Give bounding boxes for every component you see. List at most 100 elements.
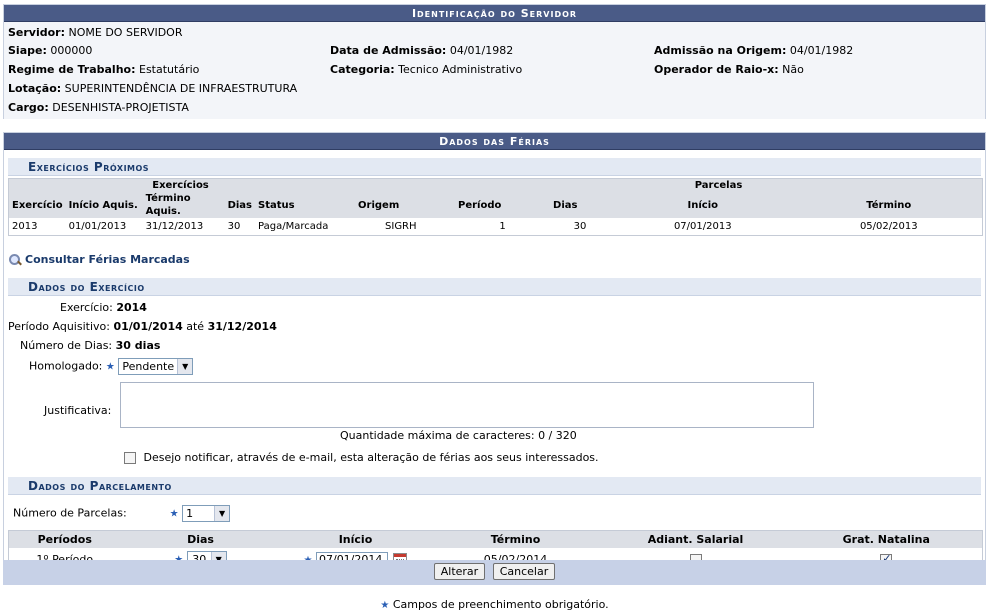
num-parcelas-select[interactable]: 1 ▼ [182, 505, 231, 522]
col-parcela-termino: Término [795, 192, 983, 218]
cancelar-button[interactable]: Cancelar [492, 563, 556, 580]
operador-line: Operador de Raio-x: Não [654, 63, 804, 76]
admissao-value: 04/01/1982 [449, 44, 514, 57]
chevron-down-icon: ▼ [177, 359, 193, 374]
homologado-label: Homologado: [29, 359, 103, 373]
required-fields-note: ★ Campos de preenchimento obrigatório. [0, 598, 989, 611]
identificacao-title: Identificação do Servidor [4, 5, 985, 22]
categoria-line: Categoria: Tecnico Administrativo [330, 63, 522, 76]
categoria-label: Categoria: [330, 63, 395, 76]
cell-periodo: 1 [499, 221, 506, 232]
col-origem: Origem [355, 192, 456, 218]
required-note-text: Campos de preenchimento obrigatório. [392, 598, 609, 611]
cell-status: Paga/Marcada [258, 221, 329, 232]
exercicio-heading: Dados do Exercício [8, 278, 981, 296]
notificar-label: Desejo notificar, através de e-mail, est… [143, 451, 599, 464]
required-star-icon: ★ [169, 508, 179, 520]
num-dias-line: Número de Dias: 30 dias [20, 339, 160, 352]
homologado-value: Pendente [122, 360, 175, 373]
col-status: Status [255, 192, 356, 218]
admissao-label: Data de Admissão: [330, 44, 447, 57]
adm-origem-value: 04/01/1982 [789, 44, 854, 57]
col-dias: Dias [120, 530, 281, 548]
col-parcela-inicio: Início [610, 192, 796, 218]
cell-origem: SIGRH [385, 221, 417, 232]
notificar-checkbox[interactable] [124, 452, 136, 464]
group-parcelas-header: Parcelas [455, 178, 983, 192]
col-inicio: Início [280, 530, 431, 548]
consultar-ferias-label: Consultar Férias Marcadas [25, 253, 190, 266]
chevron-down-icon: ▼ [214, 506, 230, 521]
lotacao-label: Lotação: [8, 82, 62, 95]
col-parcela-dias: Dias [550, 192, 611, 218]
char-counter: Quantidade máxima de caracteres: 0 / 320 [340, 429, 577, 442]
exercicio-value: 2014 [116, 301, 147, 314]
num-parcelas-label: Número de Parcelas: [13, 506, 127, 520]
cell-dias: 30 [227, 221, 241, 232]
periodo-ate: até [186, 320, 205, 333]
col-adiant-salarial: Adiant. Salarial [600, 530, 791, 548]
num-dias-value: 30 dias [115, 339, 161, 352]
lotacao-value: SUPERINTENDÊNCIA DE INFRAESTRUTURA [64, 82, 298, 95]
consultar-ferias-link[interactable]: Consultar Férias Marcadas [9, 253, 190, 266]
justificativa-textarea[interactable] [120, 382, 814, 428]
form-actions-bar: Alterar Cancelar [3, 560, 986, 585]
cell-parcela-dias: 30 [573, 221, 587, 232]
col-periodo: Período [455, 192, 551, 218]
col-periodos: Períodos [8, 530, 121, 548]
siape-value: 000000 [50, 44, 93, 57]
required-star-icon: ★ [105, 361, 115, 373]
adm-origem-line: Admissão na Origem: 04/01/1982 [654, 44, 853, 57]
exercicio-label: Exercício: [60, 301, 113, 314]
cell-exercicio: 2013 [12, 221, 38, 232]
num-parcelas-line: Número de Parcelas: ★ 1 ▼ [13, 505, 231, 522]
exercicio-line: Exercício: 2014 [60, 301, 147, 314]
regime-line: Regime de Trabalho: Estatutário [8, 63, 199, 76]
identificacao-panel: Identificação do Servidor Servidor: NOME… [3, 4, 986, 119]
siape-line: Siape: 000000 [8, 44, 92, 57]
homologado-select[interactable]: Pendente ▼ [118, 358, 194, 375]
operador-value: Não [782, 63, 804, 76]
col-termino: Término [430, 530, 601, 548]
proximos-table: Exercícios Parcelas Exercício Início Aqu… [8, 178, 983, 236]
lotacao-line: Lotação: SUPERINTENDÊNCIA DE INFRAESTRUT… [8, 82, 297, 95]
cell-inicio-aquis: 01/01/2013 [68, 221, 127, 232]
homologado-line: Homologado: ★ Pendente ▼ [29, 358, 194, 375]
required-star-icon: ★ [380, 600, 390, 611]
cargo-value: DESENHISTA-PROJETISTA [52, 101, 189, 114]
col-grat-natalina: Grat. Natalina [790, 530, 983, 548]
periodo-fim: 31/12/2014 [207, 320, 277, 333]
justificativa-label: Justificativa: [44, 404, 112, 417]
periodo-label: Período Aquisitivo: [8, 320, 110, 333]
num-parcelas-value: 1 [186, 507, 194, 520]
group-exercicios-header: Exercícios [8, 178, 356, 192]
alterar-button[interactable]: Alterar [433, 563, 486, 580]
adm-origem-label: Admissão na Origem: [654, 44, 787, 57]
col-inicio-aquis: Início Aquis. [65, 192, 143, 218]
cell-parcela-inicio: 07/01/2013 [673, 221, 732, 232]
periodo-line: Período Aquisitivo: 01/01/2014 até 31/12… [8, 320, 277, 333]
num-dias-label: Número de Dias: [20, 339, 113, 352]
cell-termino-aquis: 31/12/2013 [145, 221, 204, 232]
cargo-line: Cargo: DESENHISTA-PROJETISTA [8, 101, 189, 114]
cargo-label: Cargo: [8, 101, 49, 114]
col-exercicio: Exercício [8, 192, 66, 218]
servidor-line: Servidor: NOME DO SERVIDOR [8, 26, 182, 39]
ferias-panel: Dados das Férias Exercícios Próximos Exe… [3, 132, 986, 585]
table-row: 2013 01/01/2013 31/12/2013 30 Paga/Marca… [9, 218, 983, 236]
servidor-value: NOME DO SERVIDOR [68, 26, 183, 39]
cell-parcela-termino: 05/02/2013 [859, 221, 918, 232]
categoria-value: Tecnico Administrativo [398, 63, 523, 76]
magnifier-icon [9, 253, 21, 266]
admissao-line: Data de Admissão: 04/01/1982 [330, 44, 513, 57]
regime-label: Regime de Trabalho: [8, 63, 136, 76]
servidor-label: Servidor: [8, 26, 66, 39]
col-dias: Dias [224, 192, 256, 218]
siape-label: Siape: [8, 44, 47, 57]
proximos-heading: Exercícios Próximos [8, 158, 981, 176]
regime-value: Estatutário [139, 63, 200, 76]
col-termino-aquis: Término Aquis. [142, 192, 225, 218]
operador-label: Operador de Raio-x: [654, 63, 779, 76]
ferias-title: Dados das Férias [4, 133, 985, 150]
periodo-inicio: 01/01/2014 [113, 320, 183, 333]
